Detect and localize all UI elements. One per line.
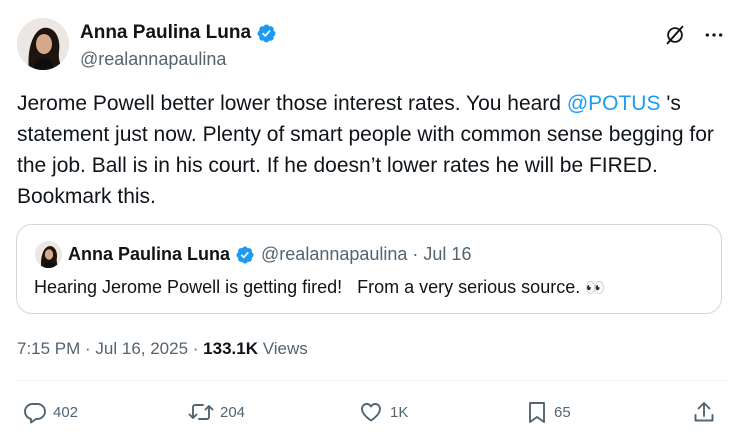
verified-badge-icon	[257, 24, 276, 42]
reply-count: 402	[53, 403, 79, 421]
tweet-meta: 7:15 PM · Jul 16, 2025 · 133.1K Views	[17, 339, 308, 359]
author-name-text: Anna Paulina Luna	[80, 22, 252, 43]
verified-badge-icon	[236, 245, 254, 264]
quoted-tweet-text: Hearing Jerome Powell is getting fired! …	[34, 277, 714, 298]
action-bar: 402 204 1K 65	[0, 400, 744, 428]
reply-icon	[24, 403, 46, 424]
views-count[interactable]: 133.1K	[203, 339, 258, 358]
quoted-meta-separator: ·	[407, 244, 424, 264]
bookmark-button[interactable]: 65	[526, 400, 571, 424]
share-icon	[694, 402, 714, 422]
tweet-text-part1: Jerome Powell better lower those interes…	[17, 92, 567, 115]
like-button[interactable]: 1K	[358, 400, 408, 424]
tweet-text: Jerome Powell better lower those interes…	[17, 88, 729, 212]
quoted-date: Jul 16	[423, 244, 472, 264]
grok-icon[interactable]	[664, 24, 686, 46]
heart-icon	[361, 403, 381, 422]
quoted-author-avatar[interactable]	[35, 241, 62, 268]
more-options-icon[interactable]	[704, 25, 724, 45]
meta-separator: ·	[80, 339, 96, 358]
quoted-author-name: Anna Paulina Luna	[68, 244, 231, 264]
meta-separator: ·	[188, 339, 204, 358]
share-button[interactable]	[693, 400, 721, 424]
top-actions	[664, 24, 724, 46]
eyes-emoji: 👀	[585, 280, 605, 297]
bookmark-count: 65	[554, 403, 571, 421]
repost-icon	[188, 404, 214, 420]
quoted-tweet-body: Hearing Jerome Powell is getting fired! …	[34, 277, 586, 297]
divider	[17, 380, 727, 381]
repost-count: 204	[220, 403, 246, 421]
avatar-photo	[17, 18, 69, 70]
author-name[interactable]: Anna Paulina Luna	[80, 22, 277, 44]
avatar-photo	[35, 241, 62, 268]
quoted-author-handle: @realannapaulina	[261, 244, 408, 264]
views-label: Views	[258, 339, 308, 358]
author-avatar[interactable]	[17, 18, 69, 70]
tweet-date[interactable]: Jul 16, 2025	[95, 339, 188, 358]
quoted-tweet-header: Anna Paulina Luna @realannapaulina · Jul…	[35, 241, 471, 268]
mention-link[interactable]: @POTUS	[567, 92, 661, 115]
tweet-time[interactable]: 7:15 PM	[17, 339, 80, 358]
bookmark-icon	[529, 402, 545, 423]
author-handle[interactable]: @realannapaulina	[80, 49, 226, 70]
repost-button[interactable]: 204	[188, 400, 245, 424]
like-count: 1K	[390, 403, 409, 421]
reply-button[interactable]: 402	[23, 400, 78, 424]
quoted-tweet-card[interactable]: Anna Paulina Luna @realannapaulina · Jul…	[16, 224, 722, 314]
